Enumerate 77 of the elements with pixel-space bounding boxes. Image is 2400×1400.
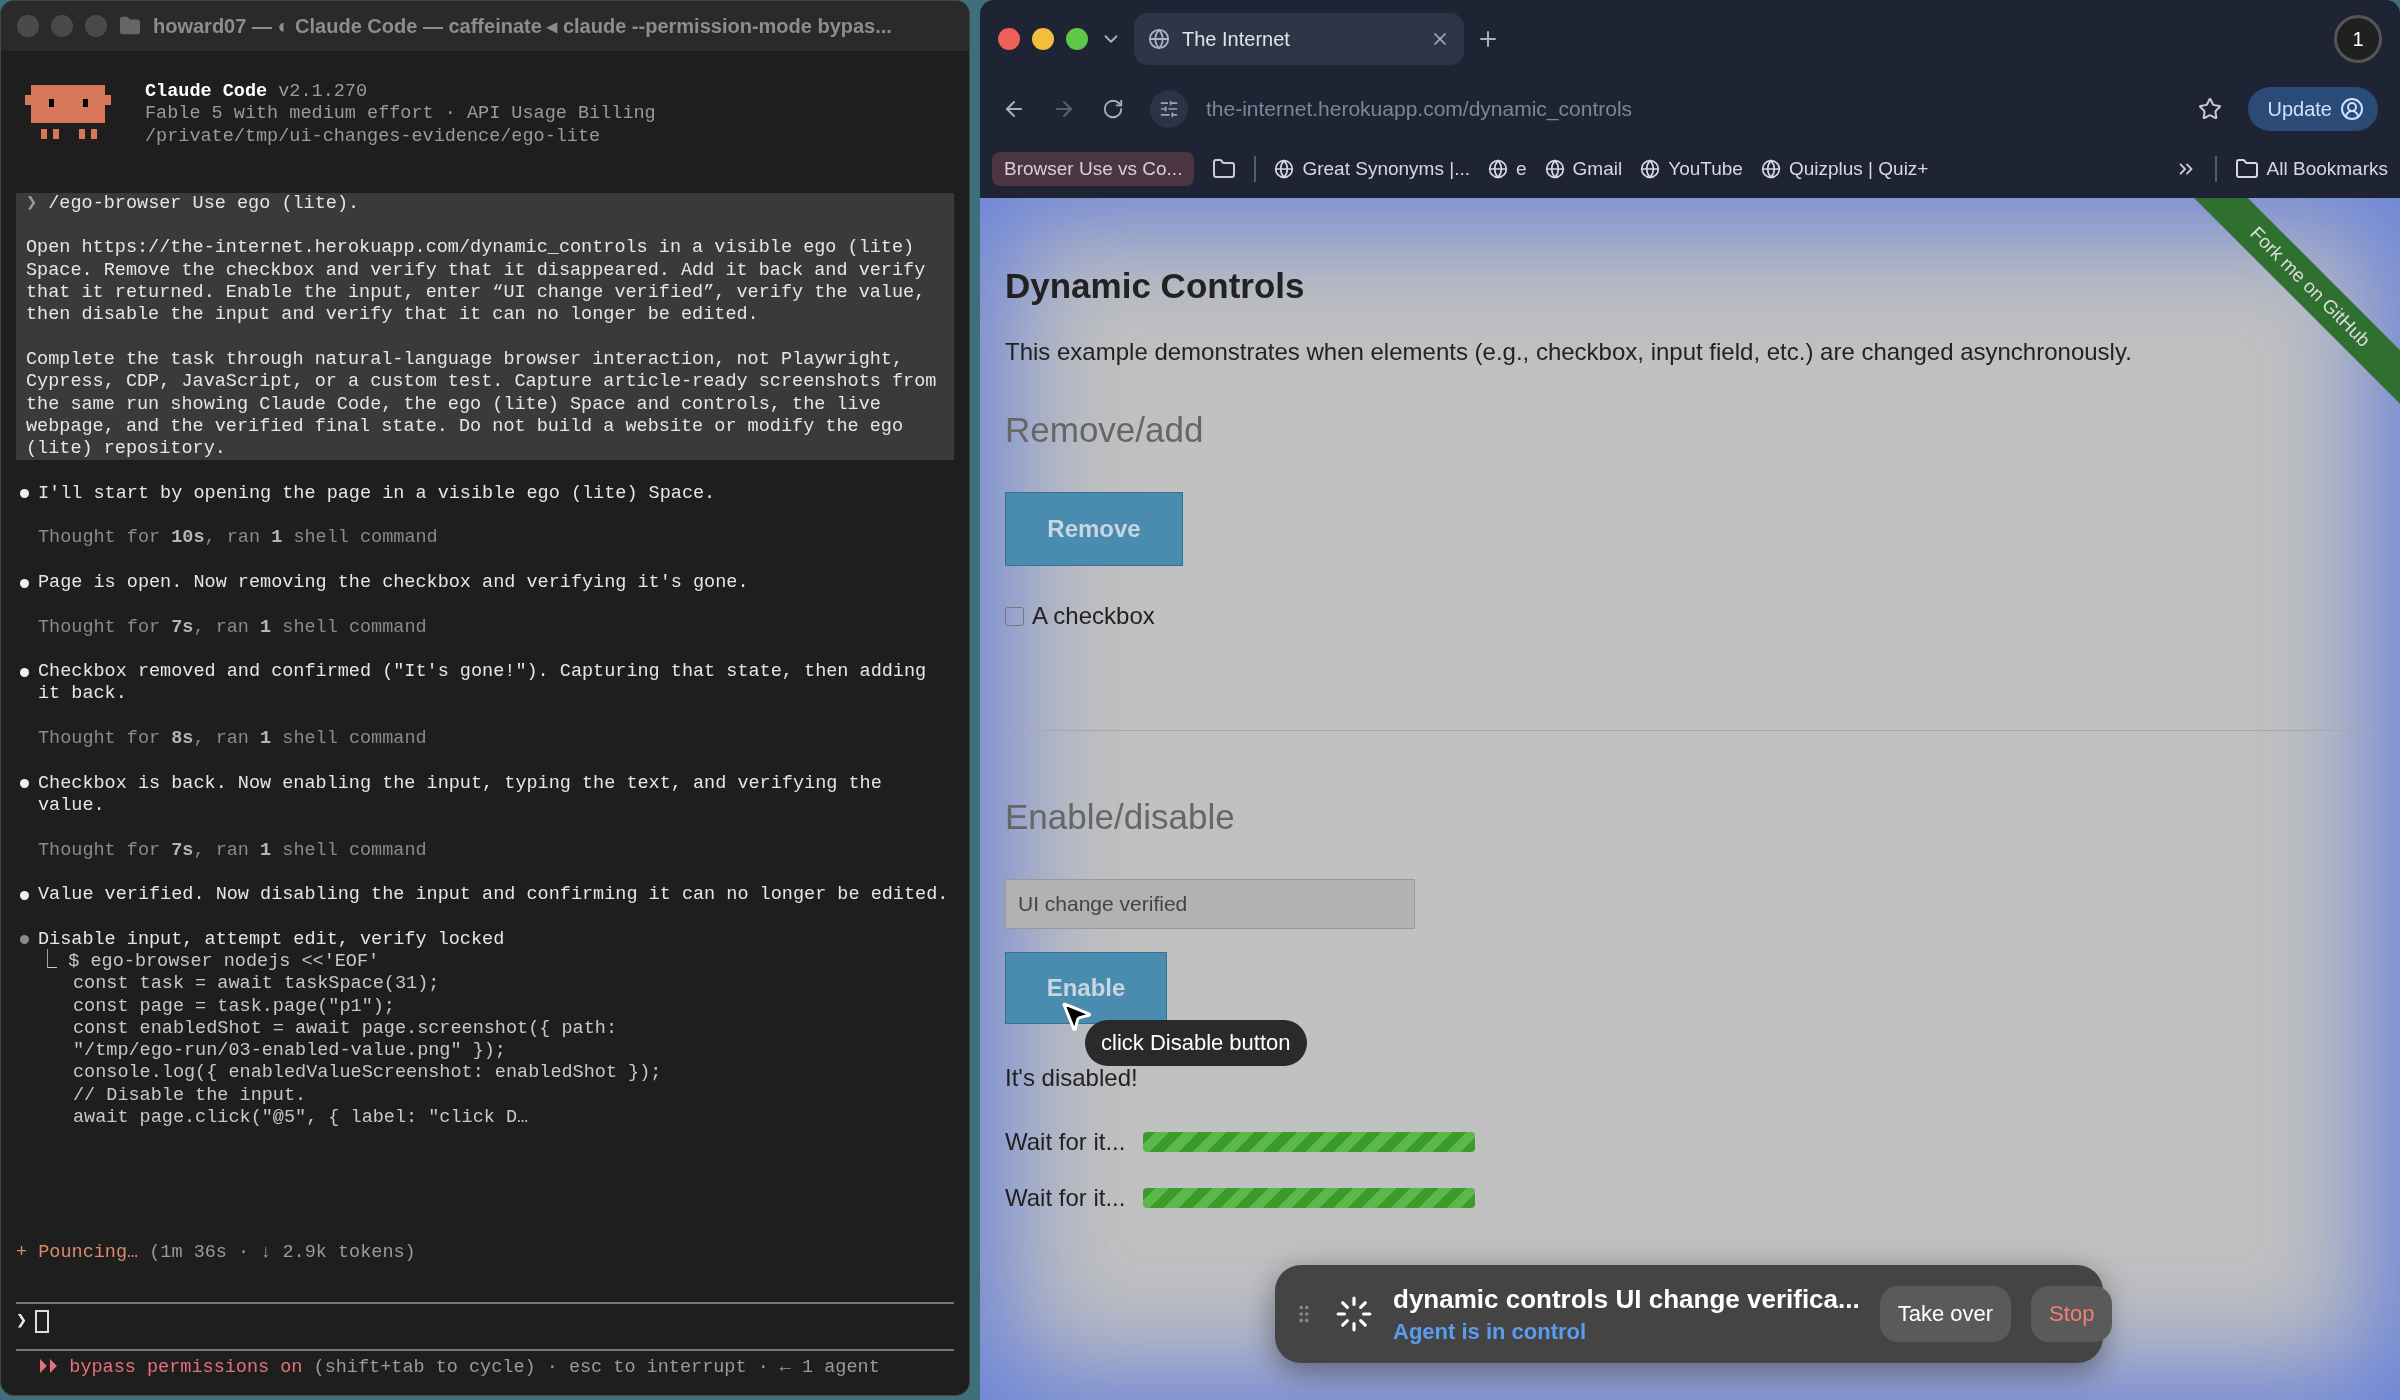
session-info: /private/tmp/ui-changes-evidence/ego-lite [145,125,602,148]
window-title: howard07 — ◐ Claude Code — caffeinate ◂ claude --permission-mode bypas... [153,14,892,38]
zoom-control[interactable] [1066,28,1088,50]
section-heading: Enable/disable [1005,797,1236,837]
loading-label: Wait for it... [1005,1184,1126,1212]
checkbox-option[interactable]: A checkbox [1005,602,2375,630]
code-line: // Disable the input. [72,1084,308,1108]
folder-icon [119,15,141,37]
prompt-text: that it returned. Enable the input, enter “UI change verified”, verify the value, [26,282,927,305]
app-version: Claude Code v2.1.270 [145,81,369,104]
permission-status: ⏵⏵ bypass permissions on (shift+tab to cycle) · esc to interrupt · ← 1 agent [37,1356,881,1379]
bookmark-item[interactable]: Gmail [1572,158,1623,180]
action-tooltip: click Disable button [1085,1020,1307,1066]
agent-task-title: dynamic controls UI change verifica... [1393,1283,1860,1315]
address-bar[interactable]: the-internet.herokuapp.com/dynamic_controls [1206,97,1633,121]
code-line: console.log({ enabledValueScreenshot: enabledShot }); [72,1062,663,1085]
tool-command: ⎿ $ ego-browser nodejs <<'EOF' [37,951,381,974]
agent-status: Agent is in control [1393,1318,1588,1345]
globe-icon [1544,159,1565,179]
thought-summary: Thought for 8s, ran 1 shell command [37,728,428,751]
close-window-control[interactable] [998,28,1020,50]
message-text: Page is open. Now removing the checkbox and verifying it's gone. [38,571,749,595]
profile-badge[interactable]: 1 [2334,15,2382,63]
take-over-button[interactable]: Take over [1879,1286,2012,1342]
prompt-text: the same run showing Claude Code, the ego (lite) Space and controls, the live [26,393,882,416]
prompt-text: Complete the task through natural-language browser interaction, not Playwright, [26,348,905,372]
prompt-text: Cypress, CDP, JavaScript, or a custom test. Capture article-ready screenshots from [26,371,938,394]
spinner-icon [1335,1295,1373,1333]
user-command: ❯ /ego-browser Use ego (lite). [26,192,361,216]
message-text: Checkbox is back. Now enabling the input, typing the text, and verifying the [38,772,882,795]
code-line: const enabledShot = await page.screenshot({ path: [72,1017,618,1041]
message-text: it back. [38,683,128,706]
person-icon [2340,97,2364,121]
thought-summary: Thought for 7s, ran 1 shell command [37,616,428,639]
globe-icon [1148,28,1170,50]
browser-tab[interactable]: The Internet [1134,13,1464,65]
site-settings-icon[interactable] [1150,90,1188,128]
folder-icon [2234,157,2259,181]
code-line: const page = task.page("p1"); [72,995,396,1018]
message-text: value. [38,794,106,818]
globe-icon [1274,159,1295,179]
loading-label: Wait for it... [1005,1128,1126,1156]
code-line: "/tmp/ego-run/03-enabled-value.png" }); [72,1040,507,1063]
bookmark-item[interactable]: YouTube [1668,158,1743,180]
bookmark-item[interactable]: e [1516,158,1527,180]
folder-icon[interactable] [1212,157,1237,181]
input-prompt[interactable]: ❯ [16,1310,954,1334]
bookmark-item[interactable]: Quizplus | Quiz+ [1788,158,1929,180]
prompt-text: webpage, and the verified final state. Do not build a website or modify the ego [26,415,905,439]
update-button[interactable]: Update [2247,87,2378,131]
globe-icon [1488,159,1508,179]
thought-summary: Thought for 7s, ran 1 shell command [37,839,428,862]
code-line: const task = await taskSpace(31); [72,973,441,996]
page-title: Dynamic Controls [1005,266,1305,306]
minimize-control[interactable] [1032,28,1054,50]
section-heading: Remove/add [1005,410,1205,450]
globe-icon [1760,159,1781,179]
prompt-text: Space. Remove the checkbox and verify that it disappeared. Add it back and verify [26,259,927,283]
all-bookmarks-link[interactable]: All Bookmarks [2266,158,2388,180]
thought-summary: Thought for 10s, ran 1 shell command [37,527,439,550]
spinner-status: + Pouncing… (1m 36s · ↓ 2.9k tokens) [16,1242,417,1265]
bookmark-star-icon[interactable] [2197,97,2222,121]
status-message: It's disabled! [1005,1064,1139,1092]
prompt-text: then disable the input and verify that it can no longer be edited. [26,304,760,327]
globe-icon [1640,159,1661,179]
message-text: Checkbox removed and confirmed ("It's gone!"). Capturing that state, then adding [38,661,927,684]
bookmark-item[interactable]: Browser Use vs Co... [992,152,1195,186]
tool-title: Disable input, attempt edit, verify locked [38,928,505,950]
checkbox[interactable] [1005,606,1024,626]
bookmark-item[interactable]: Great Synonyms |... [1302,158,1470,180]
message-text: Value verified. Now disabling the input and confirming it can no longer be edited. [38,884,949,907]
prompt-text: Open https://the-internet.herokuapp.com/dynamic_controls in a visible ego (lite) [26,237,916,260]
message-text: I'll start by opening the page in a visible ego (lite) Space. [38,482,716,506]
prompt-text: (lite) repository. [26,438,227,461]
code-line: await page.click("@5", { label: "click D… [72,1107,530,1130]
session-info: Fable 5 with medium effort · API Usage Billing [145,103,656,126]
reload-icon[interactable] [1102,98,1124,120]
